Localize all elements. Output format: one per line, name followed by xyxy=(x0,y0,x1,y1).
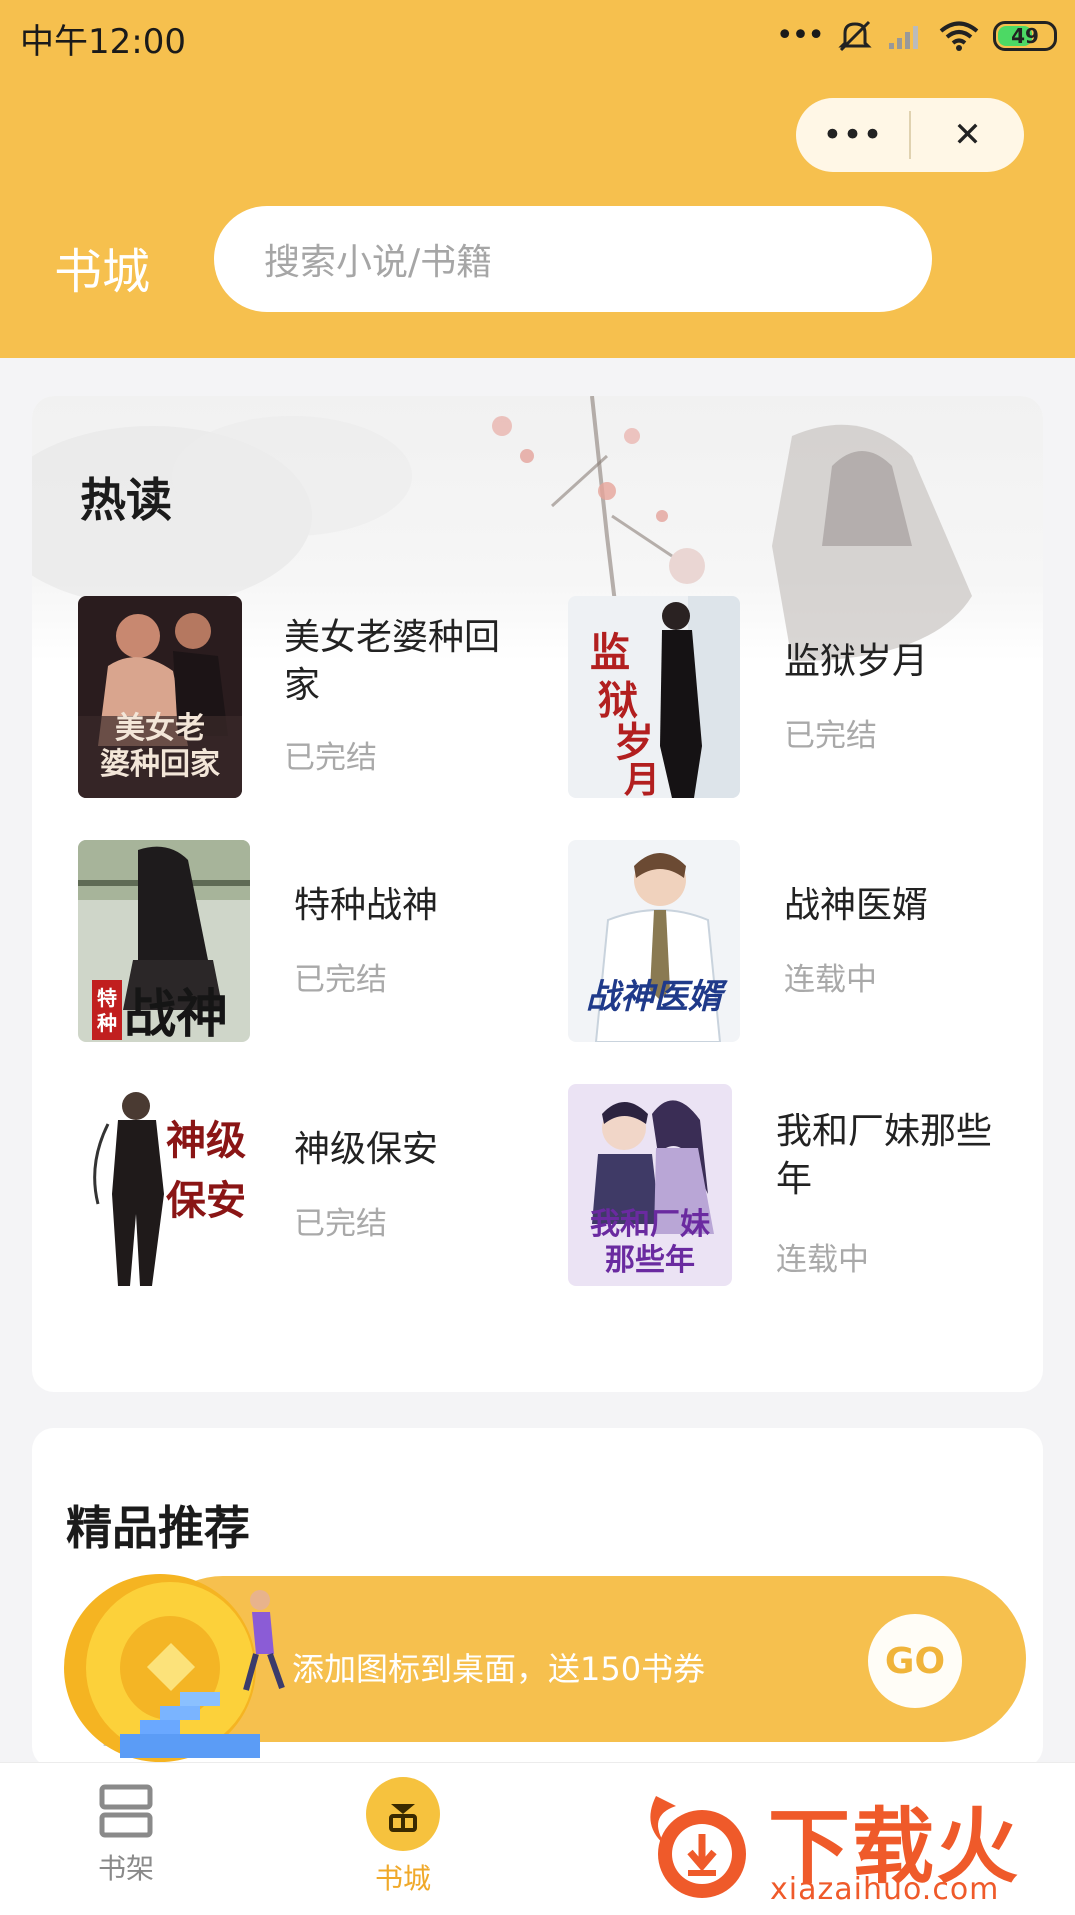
watermark-logo-icon xyxy=(650,1796,746,1898)
signal-icon xyxy=(889,26,918,49)
svg-text:美女老: 美女老 xyxy=(115,711,205,746)
svg-text:战神医婿: 战神医婿 xyxy=(586,977,728,1017)
hot-reading-card: 热读 美女老 婆种回家 美女老婆种回家 已完结 监 狱 岁 月 监狱岁月 已完结… xyxy=(32,396,1043,1392)
book-title: 神级保安 xyxy=(294,1129,439,1170)
svg-text:那些年: 那些年 xyxy=(605,1243,695,1278)
tab-bookshelf-label: 书架 xyxy=(97,1852,154,1885)
header: 中午12:00 ••• 49 ••• ✕ 书城 搜索小说/书籍 xyxy=(0,0,1075,358)
book-status: 已完结 xyxy=(784,718,877,754)
book-title: 监狱岁月 xyxy=(784,641,929,682)
svg-text:种: 种 xyxy=(96,1011,117,1035)
go-button[interactable]: GO xyxy=(868,1614,962,1708)
battery-level: 49 xyxy=(1011,24,1039,48)
tab-bookstore-label: 书城 xyxy=(374,1862,431,1895)
book-item[interactable]: 美女老 婆种回家 美女老婆种回家 已完结 xyxy=(78,596,558,806)
watermark-url: xiazaihuo.com xyxy=(770,1872,1000,1907)
svg-text:监: 监 xyxy=(590,629,630,676)
book-cover: 监 狱 岁 月 xyxy=(568,596,740,798)
svg-text:特: 特 xyxy=(97,986,117,1010)
book-title-text: 我和厂妹那些年 xyxy=(776,1111,993,1200)
book-item[interactable]: 神级 保安 神级保安 已完结 xyxy=(78,1084,558,1294)
book-cover: 战神医婿 xyxy=(568,840,740,1042)
svg-text:我和厂妹: 我和厂妹 xyxy=(590,1207,710,1242)
close-button[interactable]: ✕ xyxy=(911,98,1024,172)
mute-icon xyxy=(838,20,872,52)
svg-text:狱: 狱 xyxy=(598,677,638,724)
svg-text:保安: 保安 xyxy=(166,1177,246,1224)
svg-text:月: 月 xyxy=(624,759,660,798)
battery-icon: 49 xyxy=(993,21,1057,51)
book-item[interactable]: 监 狱 岁 月 监狱岁月 已完结 xyxy=(568,596,1043,806)
hot-section-title: 热读 xyxy=(80,473,172,527)
svg-text:战神: 战神 xyxy=(124,984,228,1042)
promo-text: 添加图标到桌面，送150书券 xyxy=(292,1650,706,1688)
watermark: 下载火 xiazaihuo.com xyxy=(636,1776,1066,1907)
svg-text:婆种回家: 婆种回家 xyxy=(100,747,220,782)
book-status: 已完结 xyxy=(294,1206,387,1242)
book-item[interactable]: 我和厂妹 那些年 我和厂妹那些年 连载中 xyxy=(568,1084,1043,1294)
search-placeholder: 搜索小说/书籍 xyxy=(264,242,493,283)
book-item[interactable]: 战神医婿 战神医婿 连载中 xyxy=(568,840,1043,1050)
search-input[interactable]: 搜索小说/书籍 xyxy=(214,206,932,312)
book-title: 我和厂妹那些年 xyxy=(776,1108,1006,1204)
status-time: 中午12:00 xyxy=(20,22,186,62)
book-cover: 神级 保安 xyxy=(78,1084,250,1286)
status-icons: ••• 49 xyxy=(776,16,1057,56)
coin-illustration xyxy=(64,1574,285,1762)
book-title: 特种战神 xyxy=(294,885,439,926)
book-cover: 我和厂妹 那些年 xyxy=(568,1084,732,1286)
svg-text:神级: 神级 xyxy=(166,1117,246,1164)
miniprogram-capsule: ••• ✕ xyxy=(796,98,1024,172)
book-item[interactable]: 特 种 战神 特种战神 已完结 xyxy=(78,840,558,1050)
bookshelf-icon xyxy=(99,1784,153,1838)
tab-bookstore[interactable]: 书城 xyxy=(366,1777,440,1897)
book-title: 战神医婿 xyxy=(784,885,929,926)
more-notifications-icon: ••• xyxy=(775,18,825,53)
page-title: 书城 xyxy=(54,244,151,300)
tab-bookshelf[interactable]: 书架 xyxy=(96,1781,156,1887)
store-icon xyxy=(366,1777,440,1851)
book-status: 连载中 xyxy=(784,962,877,998)
more-button[interactable]: ••• xyxy=(796,98,909,172)
book-cover: 美女老 婆种回家 xyxy=(78,596,242,798)
book-status: 已完结 xyxy=(294,962,387,998)
recommend-section-title: 精品推荐 xyxy=(66,1501,250,1555)
status-bar: 中午12:00 ••• 49 xyxy=(0,0,1075,75)
wifi-icon xyxy=(939,21,979,51)
book-cover: 特 种 战神 xyxy=(78,840,250,1042)
book-status: 连载中 xyxy=(776,1242,869,1278)
book-status: 已完结 xyxy=(284,740,377,776)
book-title: 美女老婆种回家 xyxy=(284,617,501,706)
